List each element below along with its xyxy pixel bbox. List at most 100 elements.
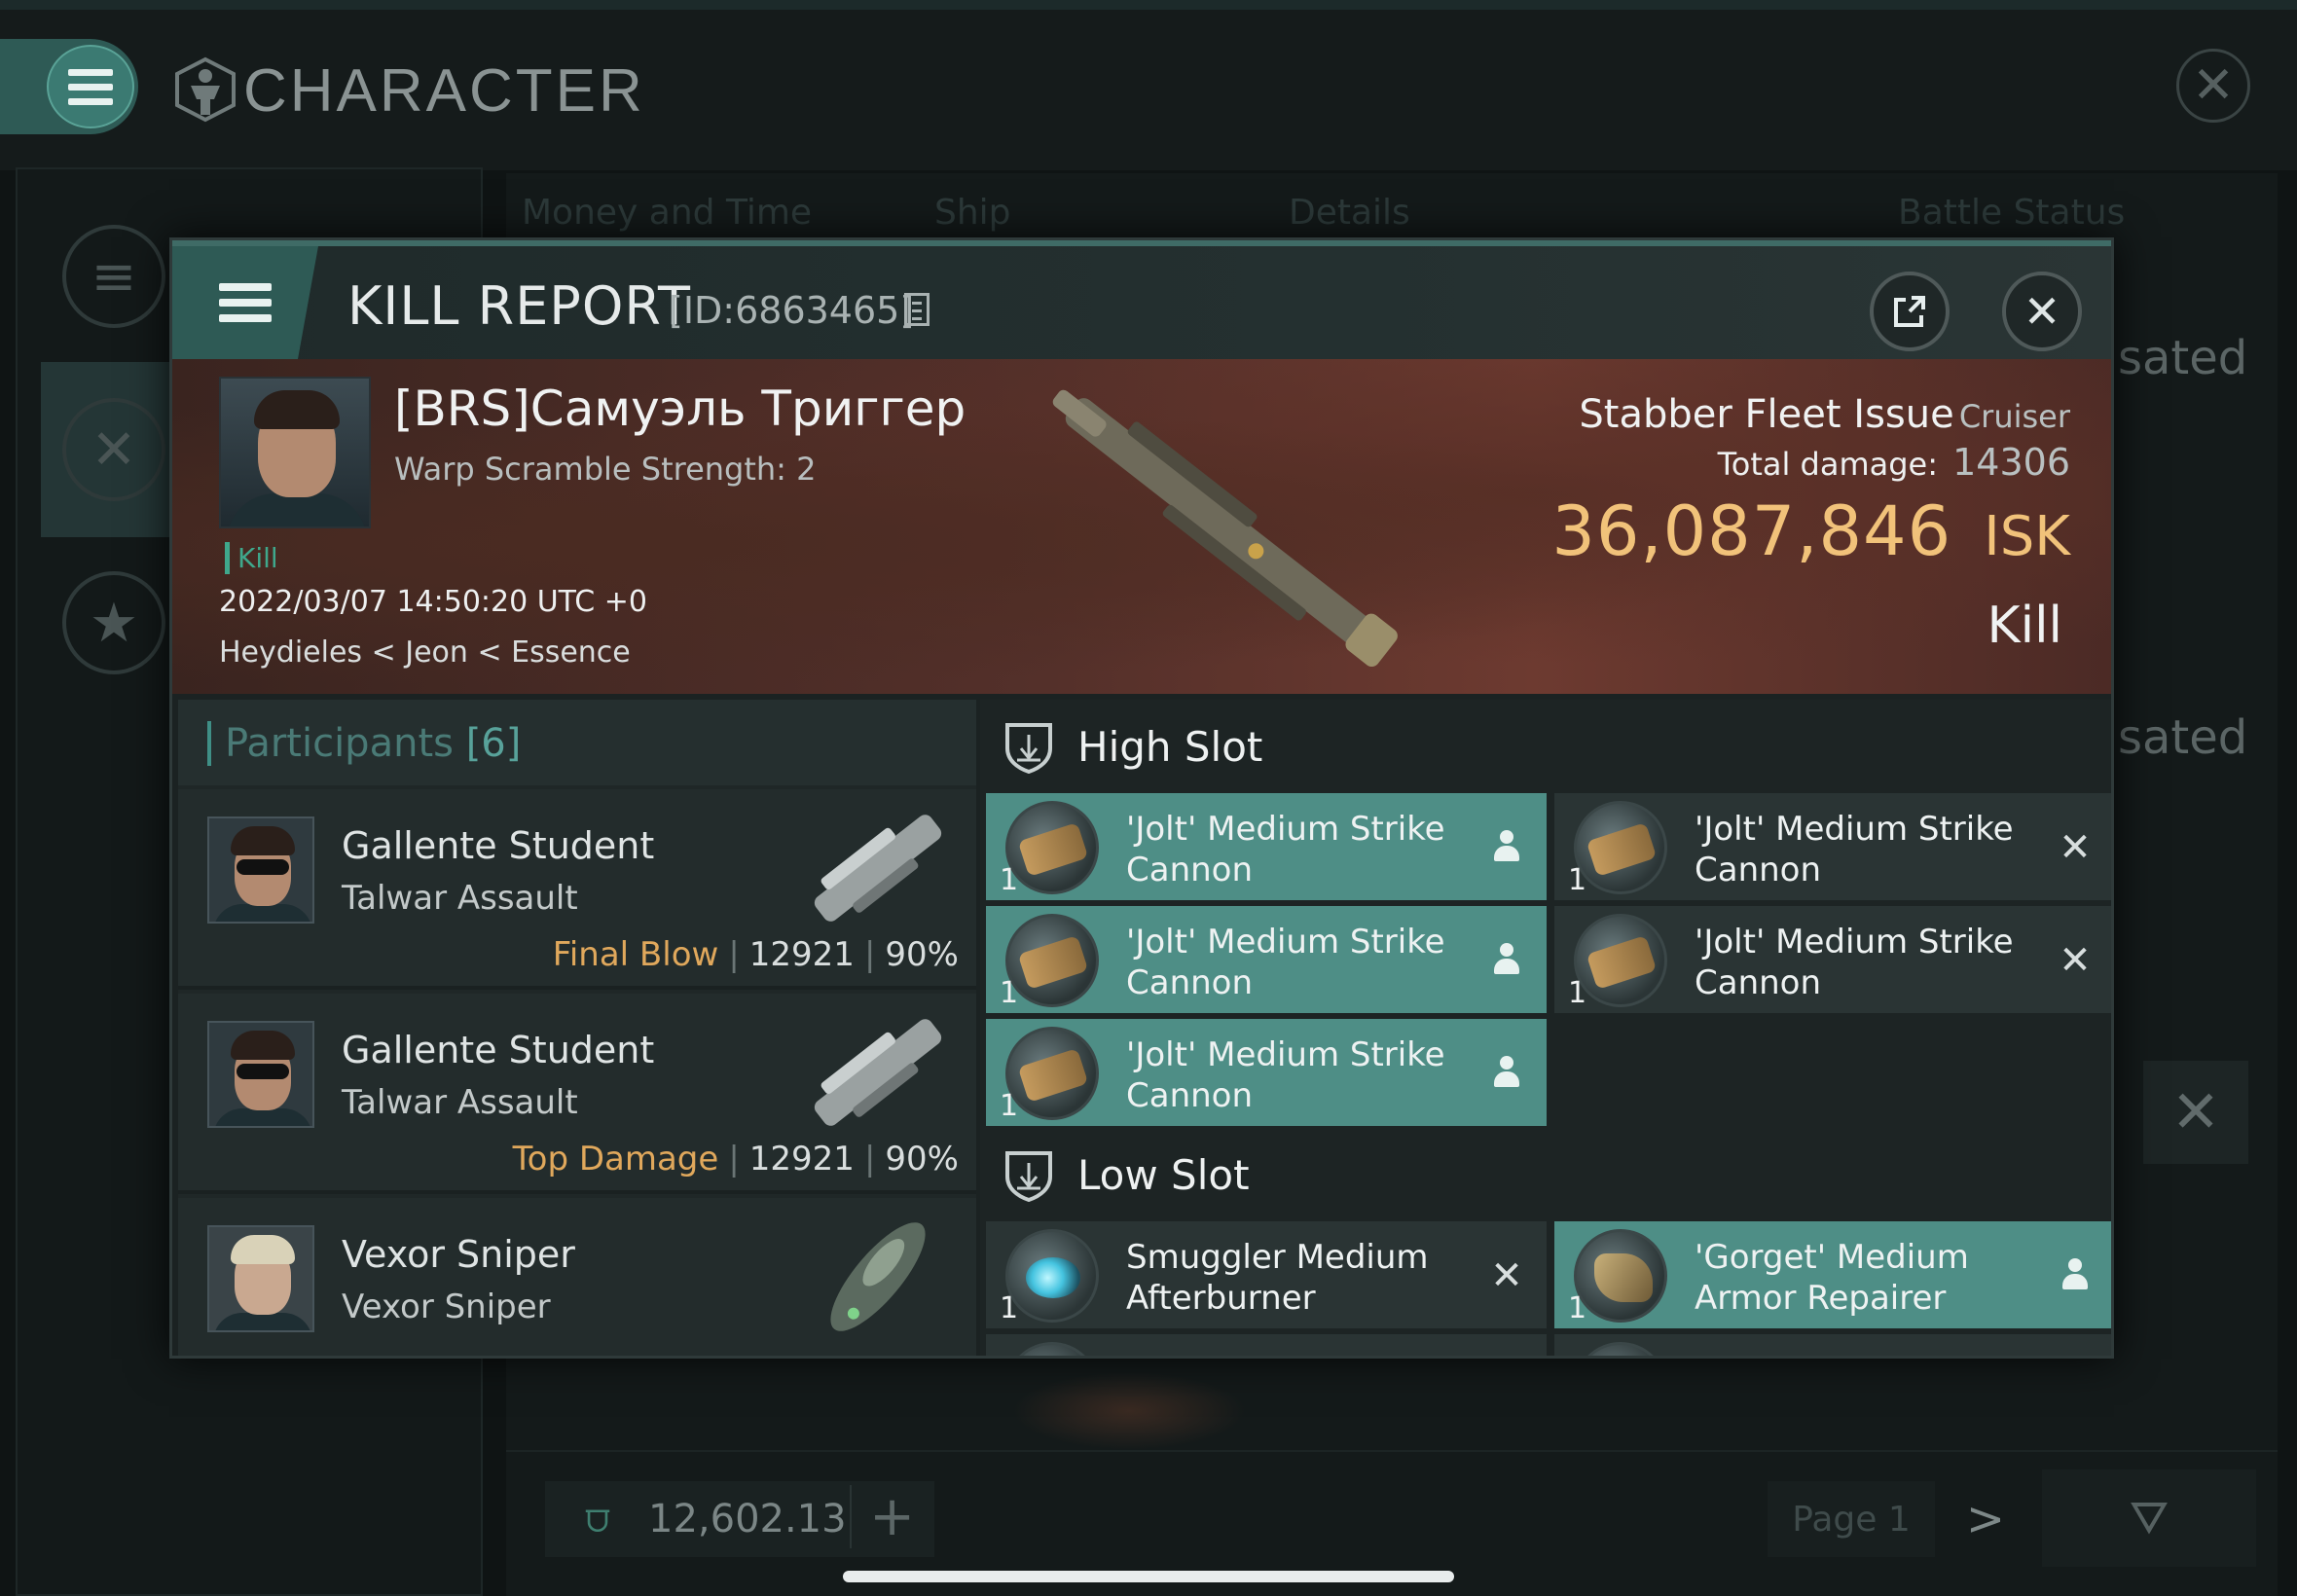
victim-avatar[interactable] [219,377,371,528]
module-item[interactable]: 1 'Jolt' Medium Strike Cannon [986,793,1547,900]
tab-ship[interactable]: Ship [934,193,1011,233]
modal-menu-button[interactable] [172,246,318,359]
participant-avatar [207,1021,314,1128]
tools-icon[interactable]: ✕ [2143,1061,2248,1164]
modal-title: KILL REPORT [347,275,691,337]
wallet: ⩌ 12,602.13 + [545,1481,934,1557]
participant-percent: 90% [885,935,959,974]
participant-stats: Final Blow | 12921 | 90% [552,935,959,974]
armor-repairer-icon [1574,1229,1667,1323]
kill-id: [ID:6863465] [669,289,915,332]
module-name: 'Jolt' Medium Strike Cannon [1126,810,1445,889]
afterburner-icon [1005,1229,1099,1323]
module-name: 'Jolt' Medium Strike Cannon [1126,1035,1445,1115]
copy-icon[interactable] [904,293,930,326]
module-item[interactable] [986,1334,1547,1356]
modal-header: KILL REPORT [ID:6863465] ✕ [172,240,2111,359]
module-name: 'Jolt' Medium Strike Cannon [1695,810,2014,889]
ship-thumbnail [1012,1372,1246,1450]
module-name: 'Jolt' Medium Strike Cannon [1126,923,1445,1002]
page-title: CHARACTER [243,57,645,125]
close-modal-button[interactable]: ✕ [2002,272,2082,351]
sidebar-item-favorites[interactable]: ★ [41,535,187,710]
module-quantity: 1 [1000,863,1019,897]
participant-row[interactable]: Gallente Student Talwar Assault Final Bl… [178,789,976,990]
low-slot-header: Low Slot [980,1128,2111,1221]
cannon-icon [1005,801,1099,894]
module-item[interactable]: 1 'Jolt' Medium Strike Cannon ✕ [1554,793,2111,900]
total-damage-value: 14306 [1952,441,2070,484]
module-name: 'Jolt' Medium Strike Cannon [1695,923,2014,1002]
cannon-icon [1005,914,1099,1007]
list-icon: ≡ [62,225,165,328]
crossed-swords-icon: ✕ [62,398,165,501]
participant-percent: 90% [885,1140,959,1179]
home-indicator[interactable] [843,1571,1454,1582]
module-item[interactable]: 1 'Jolt' Medium Strike Cannon ✕ [1554,906,2111,1013]
victim-name[interactable]: [BRS]Самуэль Триггер [394,381,966,437]
menu-icon [47,45,134,128]
module-item[interactable]: 1 'Jolt' Medium Strike Cannon [986,906,1547,1013]
module-quantity: 1 [1568,976,1587,1010]
ship-name: Stabber Fleet Issue [1579,392,1954,437]
participant-ship-image [814,815,942,922]
sidebar-item-menu[interactable]: ≡ [41,189,187,364]
isk-value: 36,087,846 ISK [1551,491,2070,571]
kill-tag: Kill [225,542,278,574]
participants-count: [6] [465,721,522,766]
background-status-text: sated [2118,331,2248,385]
isk-unit: ISK [1984,505,2070,568]
participant-tag: Final Blow [552,935,719,974]
module-item[interactable] [1554,1334,2111,1356]
low-slot-icon [1005,1151,1052,1202]
ship-type[interactable]: Stabber Fleet Issue Cruiser [1579,392,2070,437]
ship-class: Cruiser [1958,398,2070,435]
participant-avatar [207,816,314,924]
person-icon [1492,830,1521,865]
close-icon[interactable]: ✕ [2176,49,2250,123]
next-page-button[interactable]: > [1956,1481,2015,1557]
sidebar-item-combat[interactable]: ✕ [41,362,187,537]
main-menu-button[interactable] [0,39,138,134]
participant-ship: Talwar Assault [342,879,578,918]
menu-icon [219,283,272,322]
person-icon [1492,1056,1521,1091]
page-label: Page 1 [1768,1481,1935,1557]
tab-details[interactable]: Details [1289,193,1410,233]
module-name: 'Gorget' Medium Armor Repairer [1695,1238,1969,1318]
external-link-icon [1894,296,1925,327]
module-quantity: 1 [1000,1089,1019,1123]
participant-damage: 12921 [748,1140,855,1179]
tab-battle-status[interactable]: Battle Status [1898,193,2125,233]
participant-row[interactable]: Vexor Sniper Vexor Sniper [178,1198,976,1356]
isk-amount: 36,087,846 [1551,491,1952,571]
high-slot-label: High Slot [1077,723,1263,771]
module-quantity: 1 [1000,976,1019,1010]
add-funds-button[interactable]: + [850,1485,915,1548]
fitting-panel: High Slot 1 'Jolt' Medium Strike Cannon … [980,700,2111,1356]
cannon-icon [1005,1027,1099,1120]
high-slot-header: High Slot [980,700,2111,793]
status-bar [0,0,2297,10]
tab-money-time[interactable]: Money and Time [522,193,812,233]
participant-row[interactable]: Gallente Student Talwar Assault Top Dama… [178,994,976,1194]
participant-tag: Top Damage [512,1140,719,1179]
module-item[interactable]: 1 'Jolt' Medium Strike Cannon [986,1019,1547,1126]
participant-ship: Vexor Sniper [342,1288,551,1326]
kill-timestamp: 2022/03/07 14:50:20 UTC +0 [219,585,647,619]
close-icon: ✕ [2023,285,2061,338]
share-button[interactable] [1870,272,1950,351]
filter-icon[interactable]: ⛛ [2042,1469,2256,1567]
module-name: Smuggler Medium Afterburner [1126,1238,1429,1318]
kill-status: Kill [1987,597,2062,655]
participants-label: Participants [225,721,454,766]
x-icon: ✕ [1490,1253,1523,1298]
x-icon: ✕ [2059,938,2092,983]
isk-icon: ⩌ [585,1497,610,1542]
participants-header: Participants [6] [178,700,976,785]
module-quantity: 1 [1568,1291,1587,1325]
module-item[interactable]: 1 'Gorget' Medium Armor Repairer [1554,1221,2111,1328]
module-quantity: 1 [1000,1291,1019,1325]
module-item[interactable]: 1 Smuggler Medium Afterburner ✕ [986,1221,1547,1328]
high-slot-icon [1005,723,1052,774]
